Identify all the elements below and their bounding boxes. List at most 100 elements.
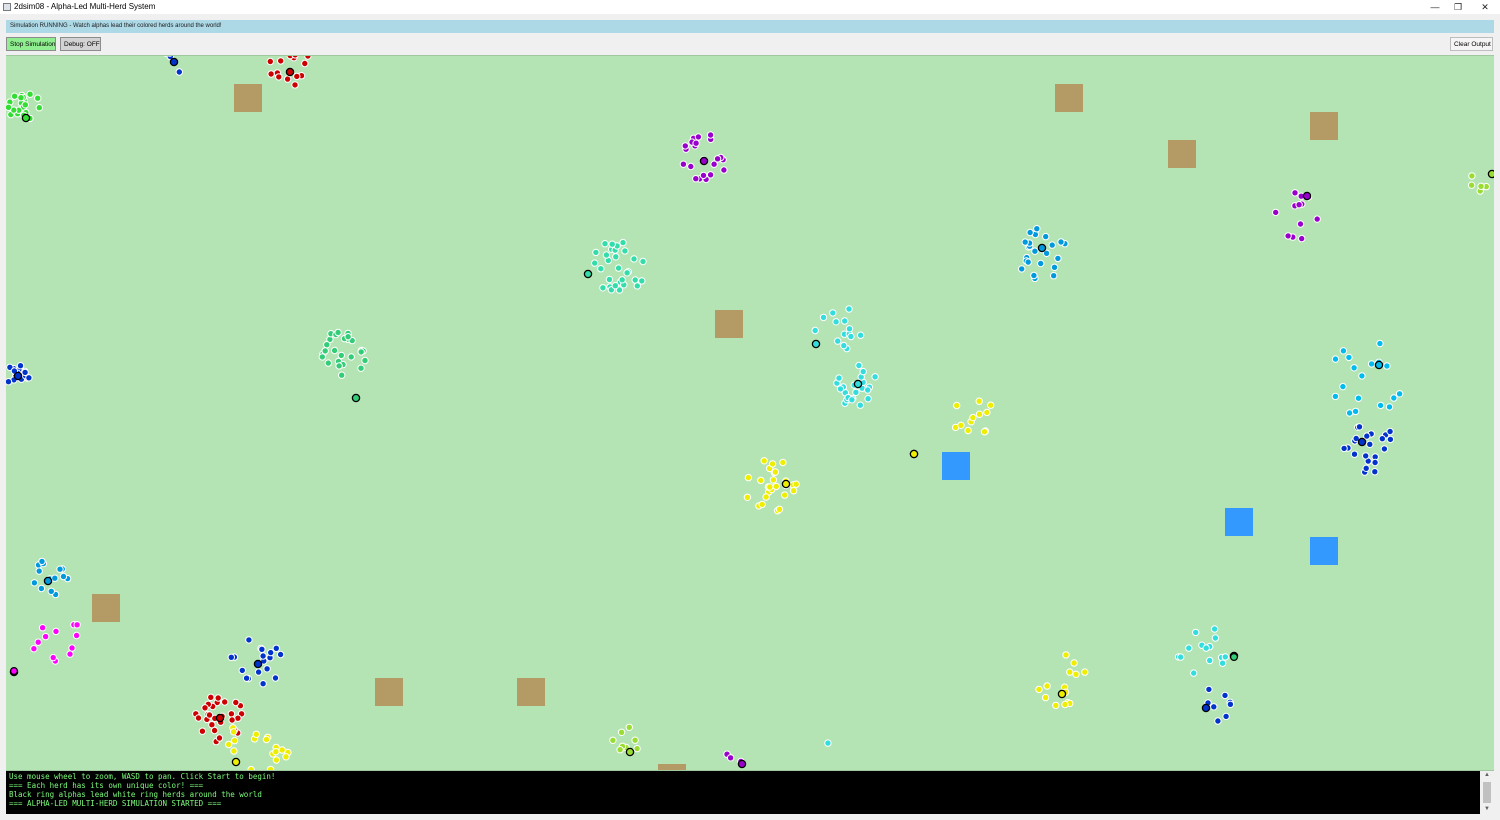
herd-member[interactable] xyxy=(49,653,57,662)
herd-member[interactable] xyxy=(337,351,345,360)
herd-member[interactable] xyxy=(848,396,856,404)
herd-member[interactable] xyxy=(1363,432,1371,440)
herd-member[interactable] xyxy=(201,704,209,712)
herd-member[interactable] xyxy=(840,341,848,350)
herd-member[interactable] xyxy=(836,385,845,393)
herd-member[interactable] xyxy=(1390,394,1398,402)
herd-member[interactable] xyxy=(1205,685,1213,694)
herd-member[interactable] xyxy=(975,410,984,418)
simulation-canvas[interactable] xyxy=(6,55,1494,771)
herd-member[interactable] xyxy=(616,746,624,754)
herd-member[interactable] xyxy=(983,408,991,417)
herd-member[interactable] xyxy=(357,364,365,372)
herd-member[interactable] xyxy=(271,674,280,682)
herd-member[interactable] xyxy=(1030,271,1038,280)
herd-member[interactable] xyxy=(781,491,789,499)
herd-member[interactable] xyxy=(1296,220,1305,228)
herd-member[interactable] xyxy=(692,139,700,147)
herd-member[interactable] xyxy=(687,162,695,171)
herd-member[interactable] xyxy=(760,457,768,465)
herd-member[interactable] xyxy=(1052,701,1060,710)
herd-member[interactable] xyxy=(864,386,872,394)
herd-member[interactable] xyxy=(282,753,290,761)
herd-member[interactable] xyxy=(1210,625,1219,633)
herd-member[interactable] xyxy=(864,395,872,403)
herd-member[interactable] xyxy=(1033,225,1041,233)
herd-member[interactable] xyxy=(242,674,251,682)
herd-member[interactable] xyxy=(1272,208,1280,217)
herd-member[interactable] xyxy=(215,734,224,742)
herd-member[interactable] xyxy=(266,57,274,66)
herd-member[interactable] xyxy=(1467,181,1476,189)
herd-member[interactable] xyxy=(1211,634,1220,642)
herd-member[interactable] xyxy=(1226,700,1235,708)
herd-member[interactable] xyxy=(1061,700,1069,709)
herd-member[interactable] xyxy=(980,428,989,436)
herd-member[interactable] xyxy=(1468,172,1476,180)
herd-member[interactable] xyxy=(1383,362,1391,370)
herd-member[interactable] xyxy=(1222,712,1230,721)
herd-member[interactable] xyxy=(638,277,646,285)
herd-member[interactable] xyxy=(324,359,332,367)
herd-member[interactable] xyxy=(859,367,867,376)
herd-member[interactable] xyxy=(1041,693,1050,702)
herd-member[interactable] xyxy=(68,644,76,652)
herd-member[interactable] xyxy=(1386,427,1394,436)
herd-alpha[interactable] xyxy=(231,757,241,767)
herd-member[interactable] xyxy=(37,584,46,593)
herd-member[interactable] xyxy=(591,259,599,267)
restore-icon[interactable]: ❐ xyxy=(1445,0,1471,14)
herd-member[interactable] xyxy=(743,493,752,501)
herd-member[interactable] xyxy=(1021,238,1029,246)
herd-alpha[interactable] xyxy=(1037,243,1047,253)
herd-member[interactable] xyxy=(1018,265,1026,273)
herd-member[interactable] xyxy=(1284,232,1292,240)
herd-member[interactable] xyxy=(1031,247,1039,255)
herd-member[interactable] xyxy=(26,90,34,98)
herd-member[interactable] xyxy=(633,744,641,753)
herd-member[interactable] xyxy=(1054,254,1062,263)
herd-alpha[interactable] xyxy=(811,339,821,349)
herd-member[interactable] xyxy=(713,155,722,163)
herd-member[interactable] xyxy=(344,333,352,341)
herd-member[interactable] xyxy=(769,476,778,484)
herd-member[interactable] xyxy=(1358,372,1366,380)
herd-member[interactable] xyxy=(59,572,68,581)
herd-member[interactable] xyxy=(681,142,689,150)
herd-member[interactable] xyxy=(692,175,700,183)
herd-member[interactable] xyxy=(330,346,339,355)
herd-member[interactable] xyxy=(267,70,275,78)
herd-member[interactable] xyxy=(275,73,283,81)
herd-alpha[interactable] xyxy=(215,713,225,723)
herd-member[interactable] xyxy=(845,305,853,313)
herd-member[interactable] xyxy=(1298,234,1306,243)
herd-member[interactable] xyxy=(599,284,607,292)
herd-alpha[interactable] xyxy=(1057,689,1067,699)
herd-member[interactable] xyxy=(47,587,55,595)
herd-member[interactable] xyxy=(225,740,233,749)
herd-member[interactable] xyxy=(291,81,299,89)
herd-member[interactable] xyxy=(35,104,43,112)
herd-member[interactable] xyxy=(792,480,800,488)
herd-alpha[interactable] xyxy=(1487,169,1494,179)
herd-member[interactable] xyxy=(335,362,343,370)
herd-member[interactable] xyxy=(856,331,865,339)
herd-member[interactable] xyxy=(283,75,292,83)
herd-member[interactable] xyxy=(1221,653,1230,661)
herd-member[interactable] xyxy=(1362,464,1370,472)
herd-member[interactable] xyxy=(1362,452,1370,460)
herd-alpha[interactable] xyxy=(351,393,361,403)
herd-member[interactable] xyxy=(34,94,42,102)
herd-alpha[interactable] xyxy=(909,449,919,459)
herd-member[interactable] xyxy=(1395,390,1404,398)
herd-member[interactable] xyxy=(602,251,611,259)
herd-member[interactable] xyxy=(1192,628,1200,637)
herd-member[interactable] xyxy=(267,648,275,657)
herd-member[interactable] xyxy=(679,160,688,168)
herd-member[interactable] xyxy=(210,726,219,735)
herd-member[interactable] xyxy=(17,94,25,102)
herd-member[interactable] xyxy=(834,337,842,345)
herd-member[interactable] xyxy=(34,638,42,646)
herd-member[interactable] xyxy=(819,313,828,322)
herd-member[interactable] xyxy=(304,56,312,60)
